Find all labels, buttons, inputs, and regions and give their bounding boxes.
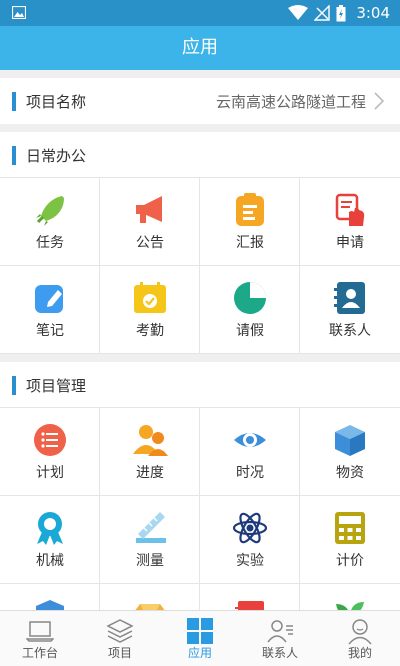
app-contacts[interactable]: 联系人 <box>300 266 400 354</box>
section-title: 项目管理 <box>26 377 87 395</box>
bottom-tab-bar: 工作台 项目 应用 联系人 我的 <box>0 610 400 666</box>
app-leave[interactable]: 请假 <box>200 266 300 354</box>
status-bar: 3:04 <box>0 0 400 26</box>
people-icon <box>133 425 168 456</box>
app-status[interactable]: 时况 <box>200 408 300 496</box>
page-title: 应用 <box>182 37 218 58</box>
tab-label: 我的 <box>347 646 372 660</box>
calculator-icon <box>335 512 365 544</box>
app-notice[interactable]: 公告 <box>100 178 200 266</box>
app-machinery[interactable]: 机械 <box>0 496 100 584</box>
project-label: 项目名称 <box>26 93 87 111</box>
contacts-icon <box>267 620 293 643</box>
ruler-icon <box>136 512 166 543</box>
app-cell-partial[interactable] <box>100 584 200 610</box>
app-label: 请假 <box>236 323 264 339</box>
section-marker <box>12 92 16 111</box>
tab-label: 项目 <box>107 646 132 660</box>
app-label: 物资 <box>336 465 364 481</box>
app-label: 考勤 <box>136 323 164 339</box>
grid-icon <box>187 618 213 644</box>
section-daily-office: 日常办公 任务 公告 汇报 申请 笔记 考勤 请假 联系人 <box>0 132 400 354</box>
app-cell-partial[interactable] <box>200 584 300 610</box>
medal-icon <box>37 512 63 545</box>
app-label: 笔记 <box>36 323 64 339</box>
section-header: 项目管理 <box>0 362 400 408</box>
shield-icon <box>36 600 64 610</box>
atom-icon <box>232 512 268 544</box>
app-cell-partial[interactable] <box>0 584 100 610</box>
list-icon <box>34 424 66 456</box>
tab-label: 工作台 <box>21 646 58 660</box>
box-icon <box>335 425 365 456</box>
section-marker <box>12 376 16 395</box>
image-notification-icon <box>12 6 26 19</box>
section-marker <box>12 146 16 165</box>
app-attendance[interactable]: 考勤 <box>100 266 200 354</box>
title-bar: 应用 <box>0 26 400 70</box>
app-pricing[interactable]: 计价 <box>300 496 400 584</box>
tab-label: 联系人 <box>261 646 298 660</box>
app-label: 任务 <box>36 235 64 251</box>
tab-contacts[interactable]: 联系人 <box>240 611 320 666</box>
pie-clock-icon <box>234 282 266 314</box>
content-scroll[interactable]: 项目名称 云南高速公路隧道工程 日常办公 任务 公告 汇报 申请 笔记 考勤 请… <box>0 70 400 610</box>
app-label: 联系人 <box>329 323 371 339</box>
profile-icon <box>348 619 372 645</box>
laptop-icon <box>26 621 54 642</box>
notebook-icon <box>235 601 264 610</box>
app-label: 进度 <box>136 465 164 481</box>
project-value: 云南高速公路隧道工程 <box>215 93 366 111</box>
clipboard-icon <box>236 193 264 226</box>
app-task[interactable]: 任务 <box>0 178 100 266</box>
tab-workbench[interactable]: 工作台 <box>0 611 80 666</box>
megaphone-icon <box>136 196 162 223</box>
app-experiment[interactable]: 实验 <box>200 496 300 584</box>
clock: 3:04 <box>356 4 390 22</box>
tab-me[interactable]: 我的 <box>320 611 400 666</box>
app-notes[interactable]: 笔记 <box>0 266 100 354</box>
app-progress[interactable]: 进度 <box>100 408 200 496</box>
calendar-check-icon <box>134 282 166 313</box>
rocket-icon <box>36 196 64 226</box>
app-apply[interactable]: 申请 <box>300 178 400 266</box>
sprout-icon <box>336 602 364 610</box>
tab-project[interactable]: 项目 <box>80 611 160 666</box>
contact-book-icon <box>334 282 365 314</box>
app-plan[interactable]: 计划 <box>0 408 100 496</box>
app-label: 申请 <box>336 235 364 251</box>
tab-apps[interactable]: 应用 <box>160 611 240 666</box>
app-label: 公告 <box>136 235 164 251</box>
hand-document-icon <box>335 193 365 226</box>
tab-label: 应用 <box>187 646 212 660</box>
app-label: 测量 <box>136 553 164 569</box>
pencil-icon <box>35 285 63 313</box>
battery-charging-icon <box>336 4 346 21</box>
signal-off-icon <box>314 5 331 21</box>
app-grid: 计划 进度 时况 物资 机械 测量 实验 计价 <box>0 408 400 610</box>
app-label: 实验 <box>236 553 264 569</box>
app-cell-partial[interactable] <box>300 584 400 610</box>
app-materials[interactable]: 物资 <box>300 408 400 496</box>
app-label: 计划 <box>36 465 64 481</box>
gem-icon <box>135 604 165 610</box>
app-survey[interactable]: 测量 <box>100 496 200 584</box>
section-project-management: 项目管理 计划 进度 时况 物资 机械 测量 实验 计价 <box>0 362 400 610</box>
app-label: 计价 <box>336 553 364 569</box>
app-report[interactable]: 汇报 <box>200 178 300 266</box>
chevron-right-icon <box>374 92 385 110</box>
section-header: 日常办公 <box>0 132 400 178</box>
section-title: 日常办公 <box>26 147 87 165</box>
layers-icon <box>106 619 134 643</box>
app-grid: 任务 公告 汇报 申请 笔记 考勤 请假 联系人 <box>0 178 400 354</box>
app-label: 汇报 <box>236 235 264 251</box>
app-label: 机械 <box>36 553 64 569</box>
eye-icon <box>234 433 266 447</box>
wifi-icon <box>288 5 309 20</box>
app-label: 时况 <box>236 465 264 481</box>
project-selector[interactable]: 项目名称 云南高速公路隧道工程 <box>0 78 400 124</box>
